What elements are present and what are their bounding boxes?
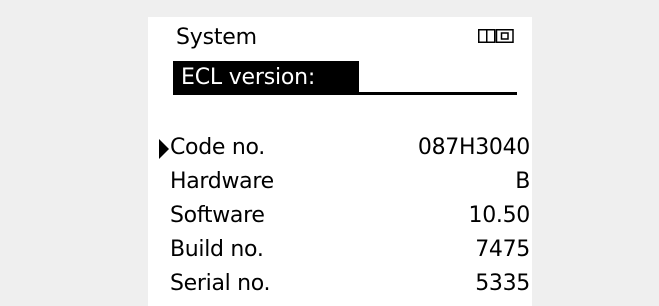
section-divider <box>359 92 517 95</box>
info-row-build-no[interactable]: Build no. 7475 <box>170 232 530 268</box>
display-screen: System ECL version: Code no. 087H3040 Ha… <box>148 17 532 306</box>
row-value: B <box>515 169 530 194</box>
info-row-serial-no[interactable]: Serial no. 5335 <box>170 266 530 302</box>
row-label: Serial no. <box>170 271 271 296</box>
info-row-code-no[interactable]: Code no. 087H3040 <box>170 130 530 166</box>
selection-cursor-icon <box>159 139 169 159</box>
section-title: ECL version: <box>181 65 316 90</box>
info-row-software[interactable]: Software 10.50 <box>170 198 530 234</box>
section-title-bar: ECL version: <box>173 61 359 95</box>
header-title: System <box>176 25 257 50</box>
row-label: Build no. <box>170 237 264 262</box>
row-value: 7475 <box>475 237 530 262</box>
row-value: 087H3040 <box>417 135 530 160</box>
dual-square-display-icon <box>478 29 514 43</box>
row-label: Code no. <box>170 135 265 160</box>
info-row-hardware[interactable]: Hardware B <box>170 164 530 200</box>
row-label: Hardware <box>170 169 274 194</box>
row-label: Software <box>170 203 265 228</box>
row-value: 5335 <box>475 271 530 296</box>
row-value: 10.50 <box>468 203 531 228</box>
